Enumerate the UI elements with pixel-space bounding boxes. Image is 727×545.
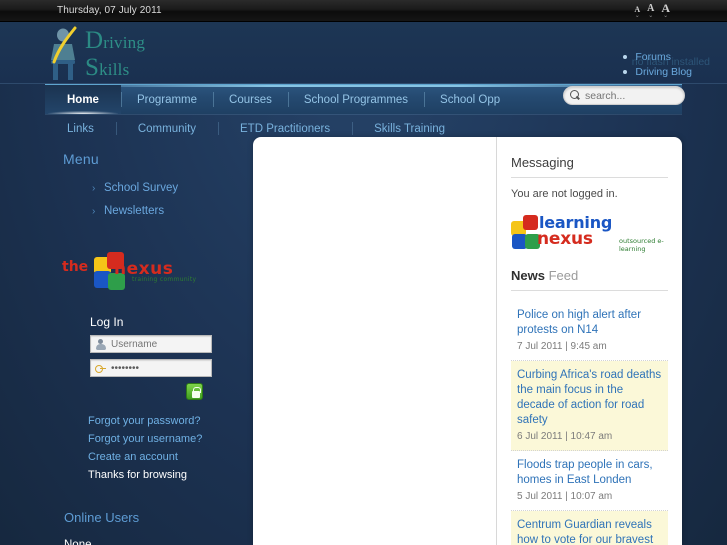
learning-nexus-word2: nexus [537, 229, 593, 249]
thanks-for-browsing-text: Thanks for browsing [88, 469, 188, 481]
header-links: Forums Driving Blog [623, 50, 692, 80]
news-feed-list: Police on high alert after protests on N… [511, 301, 668, 545]
nav-item-school-opp[interactable]: School Opp [424, 85, 516, 114]
username-input[interactable] [111, 338, 207, 350]
forgot-username-link[interactable]: Forgot your username? [88, 430, 253, 448]
chevron-down-icon: ⌄ [648, 13, 654, 19]
news-item-date: 7 Jul 2011 | 9:45 am [517, 341, 607, 352]
news-item-title[interactable]: Police on high alert after protests on N… [517, 308, 662, 338]
current-date: Thursday, 07 July 2011 [57, 5, 162, 16]
news-item-date: 5 Jul 2011 | 10:07 am [517, 491, 613, 502]
logo-line1-cap: D [85, 27, 104, 54]
left-sidebar: Menu › School Survey › Newsletters the n… [0, 137, 253, 545]
main-content-area [253, 137, 496, 545]
font-size-large-button[interactable]: A ⌄ [661, 2, 670, 19]
user-icon [94, 338, 107, 351]
news-item-date: 6 Jul 2011 | 10:47 am [517, 431, 613, 442]
news-item[interactable]: Police on high alert after protests on N… [511, 301, 668, 361]
header-link-forums[interactable]: Forums [623, 50, 692, 65]
learning-nexus-tagline: outsourced e-learning [619, 237, 664, 253]
chevron-right-icon: › [92, 183, 96, 194]
online-users-heading: Online Users [64, 510, 140, 525]
messaging-title: Messaging [511, 155, 668, 178]
top-date-bar: Thursday, 07 July 2011 A ⌄ A ⌄ A ⌄ [0, 0, 727, 22]
sidebar-menu-heading: Menu [63, 151, 99, 167]
sidebar-menu-list: › School Survey › Newsletters [92, 177, 253, 223]
news-feed-title-light: Feed [548, 268, 579, 283]
search-icon [570, 90, 581, 101]
site-logo[interactable]: Driving Skills [45, 26, 145, 82]
content-panel: Messaging You are not logged in. learnin… [253, 137, 682, 545]
online-users-value: None [64, 539, 92, 545]
news-item[interactable]: Floods trap people in cars, homes in Eas… [511, 451, 668, 511]
search-box[interactable] [563, 86, 685, 105]
news-item[interactable]: Centrum Guardian reveals how to vote for… [511, 511, 668, 545]
the-nexus-logo[interactable]: the nexus training community [62, 251, 197, 293]
key-icon [94, 362, 107, 375]
sidebar-item-label: School Survey [104, 182, 179, 194]
font-size-medium-button[interactable]: A ⌄ [647, 4, 654, 20]
search-input[interactable] [585, 89, 677, 102]
nav-item-home[interactable]: Home [45, 85, 121, 114]
learning-nexus-logo[interactable]: learning nexus outsourced e-learning [511, 212, 671, 253]
chevron-down-icon: ⌄ [634, 13, 640, 19]
username-field[interactable] [90, 335, 212, 353]
logo-line2-cap: S [85, 54, 100, 81]
news-item-title[interactable]: Curbing Africa's road deaths the main fo… [517, 368, 662, 428]
chevron-down-icon: ⌄ [663, 13, 669, 19]
login-heading: Log In [90, 315, 124, 329]
nexus-logo-tagline: training community [132, 276, 197, 283]
news-item-title[interactable]: Floods trap people in cars, homes in Eas… [517, 458, 662, 488]
padlock-login-button[interactable] [186, 383, 203, 400]
create-account-link[interactable]: Create an account [88, 448, 253, 466]
site-header: Driving Skills no flash installed Forums… [0, 22, 727, 84]
content-right-column: Messaging You are not logged in. learnin… [496, 137, 682, 545]
nav-item-school-programmes[interactable]: School Programmes [287, 85, 424, 114]
sidebar-item-label: Newsletters [104, 205, 165, 217]
sidebar-item-school-survey[interactable]: › School Survey [92, 177, 253, 200]
page-body: Menu › School Survey › Newsletters the n… [0, 137, 727, 545]
news-item[interactable]: Curbing Africa's road deaths the main fo… [511, 361, 668, 451]
account-links: Forgot your password? Forgot your userna… [88, 412, 253, 484]
nexus-logo-the: the [62, 259, 89, 275]
logo-line2-rest: kills [99, 60, 130, 79]
sidebar-item-newsletters[interactable]: › Newsletters [92, 200, 253, 223]
news-item-title[interactable]: Centrum Guardian reveals how to vote for… [517, 518, 662, 545]
news-feed-title-strong: News [511, 268, 545, 283]
nav-item-programme[interactable]: Programme [120, 85, 213, 114]
password-input[interactable] [111, 362, 207, 374]
messaging-status: You are not logged in. [511, 188, 618, 200]
driver-figure-icon [45, 26, 85, 82]
chevron-right-icon: › [92, 206, 96, 217]
logo-line1-rest: riving [103, 33, 146, 52]
news-feed-title: News Feed [511, 268, 668, 291]
font-size-small-button[interactable]: A ⌄ [634, 6, 640, 20]
password-field[interactable] [90, 359, 212, 377]
header-link-driving-blog[interactable]: Driving Blog [623, 65, 692, 80]
forgot-password-link[interactable]: Forgot your password? [88, 412, 253, 430]
nav-item-courses[interactable]: Courses [213, 85, 288, 114]
font-size-controls: A ⌄ A ⌄ A ⌄ [634, 2, 670, 19]
site-logo-text: Driving Skills [85, 28, 145, 80]
